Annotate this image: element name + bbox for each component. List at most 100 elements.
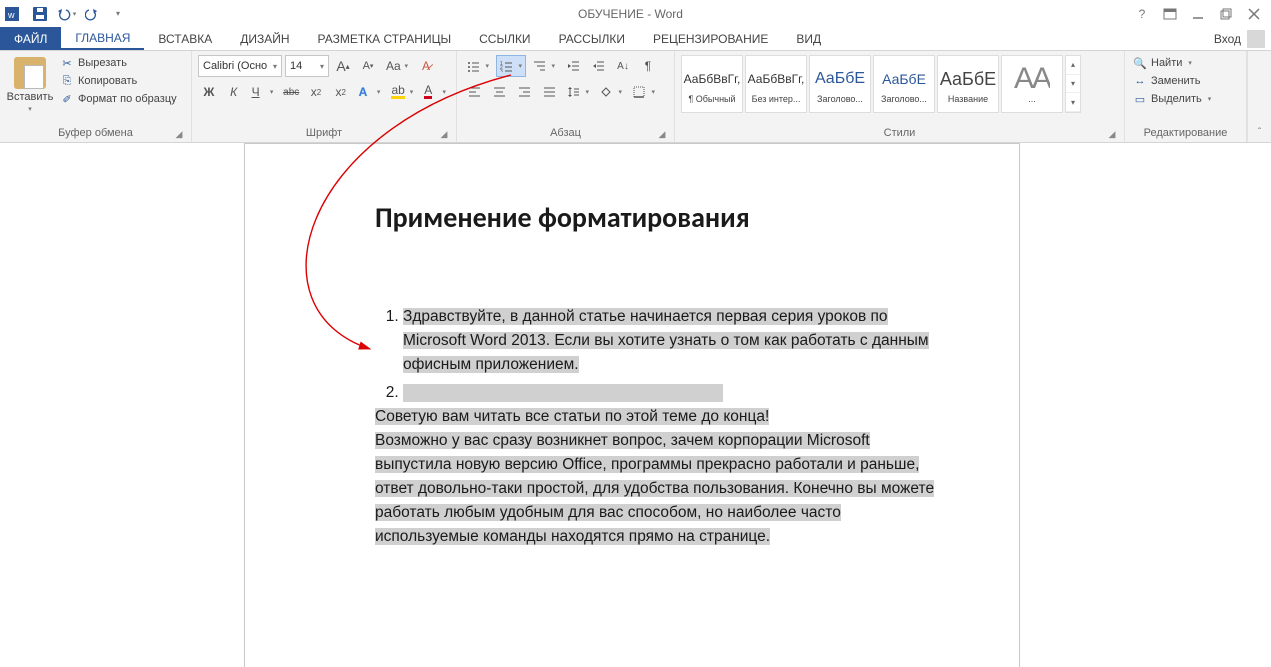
paragraph-text: Возможно у вас сразу возникнет вопрос, з… — [375, 432, 934, 545]
copy-icon: ⎘ — [60, 74, 74, 88]
bullets-button[interactable]: ▾ — [463, 55, 493, 77]
clipboard-dialog-launcher[interactable]: ◢ — [173, 128, 185, 140]
style-heading1[interactable]: АаБбЕЗаголово... — [809, 55, 871, 113]
clear-formatting-button[interactable]: A̷ — [415, 55, 437, 77]
style-name: ¶ Обычный — [688, 94, 735, 104]
style-heading2[interactable]: АаБбЕЗаголово... — [873, 55, 935, 113]
numbering-button[interactable]: 123▾ — [496, 55, 526, 77]
styles-gallery[interactable]: АаБбВвГг,¶ Обычный АаБбВвГг,Без интер...… — [681, 55, 1081, 124]
decrease-indent-button[interactable] — [562, 55, 584, 77]
tab-design[interactable]: ДИЗАЙН — [226, 27, 303, 50]
tab-references[interactable]: ССЫЛКИ — [465, 27, 544, 50]
align-left-button[interactable] — [463, 81, 485, 103]
font-size-value: 14 — [290, 60, 302, 72]
style-name: Заголово... — [881, 94, 927, 104]
style-sample: АаБбЕ — [815, 64, 865, 94]
style-name: Название — [948, 94, 988, 104]
underline-button[interactable]: Ч▾ — [248, 81, 278, 103]
sign-in[interactable]: Вход — [1208, 27, 1271, 50]
collapse-ribbon-button[interactable]: ˆ — [1247, 51, 1271, 142]
tab-page-layout[interactable]: РАЗМЕТКА СТРАНИЦЫ — [304, 27, 466, 50]
styles-gallery-more[interactable]: ▴▾▾ — [1065, 55, 1081, 113]
bold-label: Ж — [203, 85, 214, 99]
tab-home[interactable]: ГЛАВНАЯ — [61, 27, 144, 50]
document-numbered-list[interactable]: Здравствуйте, в данной статье начинается… — [375, 305, 943, 549]
find-icon: 🔍 — [1133, 56, 1147, 70]
group-styles: АаБбВвГг,¶ Обычный АаБбВвГг,Без интер...… — [675, 51, 1125, 142]
paragraph-text: Советую вам читать все статьи по этой те… — [375, 408, 769, 425]
select-icon: ▭ — [1133, 92, 1147, 106]
window-controls: ? — [1131, 3, 1271, 25]
replace-icon: ↔ — [1133, 74, 1147, 88]
italic-button[interactable]: К — [223, 81, 245, 103]
borders-button[interactable]: ▾ — [629, 81, 659, 103]
text-effects-button[interactable]: A▾ — [355, 81, 385, 103]
paste-button[interactable]: Вставить ▾ — [6, 55, 54, 124]
list-item-text: Здравствуйте, в данной статье начинается… — [403, 308, 929, 373]
tab-mailings[interactable]: РАССЫЛКИ — [545, 27, 639, 50]
copy-button[interactable]: ⎘Копировать — [58, 73, 179, 89]
change-case-button[interactable]: Aa▾ — [382, 55, 412, 77]
subscript-button[interactable]: x2 — [305, 81, 327, 103]
ribbon-display-icon[interactable] — [1159, 3, 1181, 25]
tab-review[interactable]: РЕЦЕНЗИРОВАНИЕ — [639, 27, 782, 50]
align-center-button[interactable] — [488, 81, 510, 103]
strikethrough-button[interactable]: abc — [280, 81, 302, 103]
highlight-button[interactable]: ab▾ — [387, 81, 417, 103]
document-heading[interactable]: Применение форматирования — [375, 200, 943, 235]
sort-button[interactable]: A↓ — [612, 55, 634, 77]
select-button[interactable]: ▭Выделить▾ — [1131, 91, 1240, 107]
qat-customize-icon[interactable]: ▾ — [106, 3, 130, 25]
group-styles-label: Стили — [884, 127, 916, 139]
grow-font-button[interactable]: A▴ — [332, 55, 354, 77]
style-title[interactable]: АаБбЕНазвание — [937, 55, 999, 113]
style-header[interactable]: АА... — [1001, 55, 1063, 113]
tab-view[interactable]: ВИД — [782, 27, 835, 50]
svg-text:3: 3 — [500, 69, 503, 72]
increase-indent-button[interactable] — [587, 55, 609, 77]
font-color-button[interactable]: A▾ — [420, 81, 450, 103]
replace-button[interactable]: ↔Заменить — [1131, 73, 1240, 89]
line-spacing-button[interactable]: ▾ — [563, 81, 593, 103]
title-bar: w ▾ ▾ ОБУЧЕНИЕ - Word ? — [0, 0, 1271, 27]
format-painter-button[interactable]: ✐Формат по образцу — [58, 91, 179, 107]
style-sample: АА — [1014, 64, 1050, 94]
cut-button[interactable]: ✂Вырезать — [58, 55, 179, 71]
justify-button[interactable] — [538, 81, 560, 103]
styles-dialog-launcher[interactable]: ◢ — [1106, 128, 1118, 140]
minimize-icon[interactable] — [1187, 3, 1209, 25]
document-area[interactable]: Применение форматирования Здравствуйте, … — [0, 143, 1271, 667]
style-no-spacing[interactable]: АаБбВвГг,Без интер... — [745, 55, 807, 113]
close-icon[interactable] — [1243, 3, 1265, 25]
font-dialog-launcher[interactable]: ◢ — [438, 128, 450, 140]
help-icon[interactable]: ? — [1131, 3, 1153, 25]
undo-icon[interactable]: ▾ — [54, 3, 78, 25]
list-item[interactable]: Здравствуйте, в данной статье начинается… — [403, 305, 943, 377]
paragraph-dialog-launcher[interactable]: ◢ — [656, 128, 668, 140]
list-item[interactable]: Советую вам читать все статьи по этой те… — [403, 381, 943, 549]
font-name-combo[interactable]: Calibri (Осно▾ — [198, 55, 282, 77]
page[interactable]: Применение форматирования Здравствуйте, … — [244, 143, 1020, 667]
style-sample: АаБбЕ — [882, 64, 926, 94]
font-name-value: Calibri (Осно — [203, 60, 267, 72]
multilevel-list-button[interactable]: ▾ — [529, 55, 559, 77]
style-normal[interactable]: АаБбВвГг,¶ Обычный — [681, 55, 743, 113]
show-marks-button[interactable]: ¶ — [637, 55, 659, 77]
font-size-combo[interactable]: 14▾ — [285, 55, 329, 77]
italic-label: К — [230, 85, 237, 99]
bold-button[interactable]: Ж — [198, 81, 220, 103]
superscript-button[interactable]: x2 — [330, 81, 352, 103]
tab-file[interactable]: ФАЙЛ — [0, 27, 61, 50]
align-right-button[interactable] — [513, 81, 535, 103]
shading-button[interactable]: ▾ — [596, 81, 626, 103]
redo-icon[interactable] — [80, 3, 104, 25]
tab-insert[interactable]: ВСТАВКА — [144, 27, 226, 50]
format-painter-icon: ✐ — [60, 92, 74, 106]
restore-icon[interactable] — [1215, 3, 1237, 25]
shrink-font-button[interactable]: A▾ — [357, 55, 379, 77]
save-icon[interactable] — [28, 3, 52, 25]
find-button[interactable]: 🔍Найти▾ — [1131, 55, 1240, 71]
paste-icon — [14, 57, 46, 89]
word-icon[interactable]: w — [2, 3, 26, 25]
change-case-label: Aa — [386, 59, 401, 73]
